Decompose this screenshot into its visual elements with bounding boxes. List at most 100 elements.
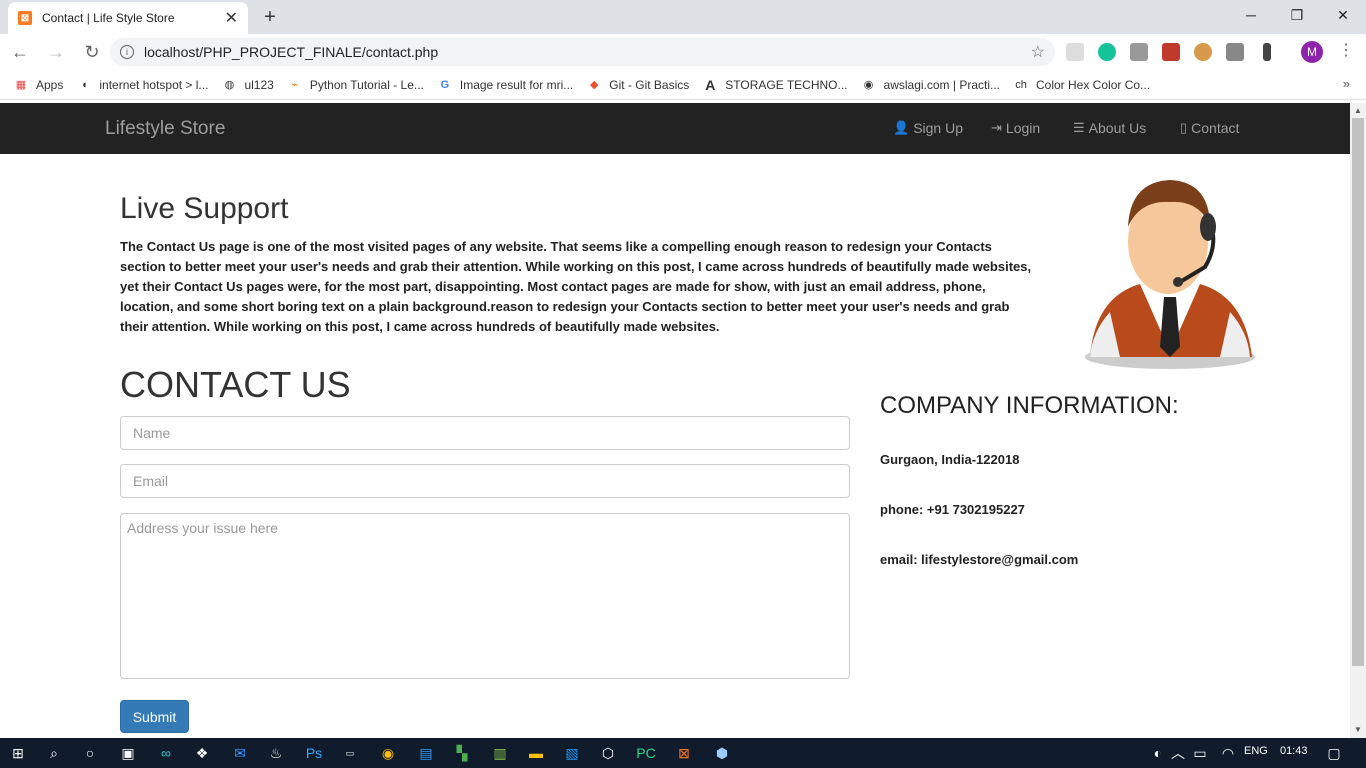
app-window-icon[interactable]: ▤ [416, 743, 436, 763]
profile-avatar[interactable]: M [1301, 41, 1323, 63]
list-icon: ☰ [1073, 120, 1085, 135]
windows-start-icon[interactable]: ⊞ [8, 743, 28, 763]
submit-button[interactable]: Submit [120, 700, 189, 733]
nav-login[interactable]: ⇥ Login [991, 120, 1040, 136]
site-info-icon[interactable]: i [120, 45, 134, 59]
python-icon: ⌁ [291, 79, 299, 91]
company-address: Gurgaon, India-122018 [880, 452, 1020, 467]
xampp-favicon-icon: ⊠ [18, 11, 32, 25]
tiles-icon[interactable]: ▚ [452, 743, 472, 763]
google-icon: G [440, 78, 450, 91]
address-bar[interactable]: i localhost/PHP_PROJECT_FINALE/contact.p… [110, 38, 1055, 66]
arduino-icon[interactable]: ∞ [156, 743, 176, 763]
tab-title: Contact | Life Style Store [42, 11, 175, 25]
xampp-icon[interactable]: ⊠ [674, 743, 694, 763]
search-icon[interactable]: ⌕ [44, 743, 64, 763]
cube-extension-icon[interactable] [1130, 43, 1148, 61]
tray-chevron-icon[interactable]: ︿ [1168, 743, 1188, 763]
back-icon[interactable]: ← [4, 38, 36, 66]
windows-taskbar: ⊞ ⌕ ○ ▣ ∞ ❖ ✉ ♨ Ps ▭ ◉ ▤ ▚ ▥ ▬ ▧ ⬡ PC ⊠ … [0, 738, 1366, 768]
cube-app-icon[interactable]: ⬡ [598, 743, 618, 763]
bookmark-item[interactable]: ch Color Hex Color Co... [1014, 78, 1150, 92]
clock[interactable]: 01:43 [1280, 745, 1308, 757]
reload-icon[interactable]: ↻ [76, 38, 108, 66]
live-support-title: Live Support [120, 192, 289, 225]
dropbox-icon[interactable]: ❖ [192, 743, 212, 763]
brand-link[interactable]: Lifestyle Store [105, 118, 225, 140]
pycharm-icon[interactable]: PC [636, 743, 656, 763]
chrome-icon[interactable]: ◉ [378, 743, 398, 763]
scroll-down-icon[interactable]: ▼ [1354, 725, 1362, 734]
scrollbar-thumb[interactable] [1352, 118, 1364, 666]
cookie-extension-icon[interactable] [1194, 43, 1212, 61]
bookmark-star-icon[interactable]: ☆ [1031, 42, 1045, 62]
user-icon: 👤 [893, 120, 910, 135]
grammarly-icon[interactable] [1098, 43, 1116, 61]
battery-icon[interactable]: ▭ [1190, 743, 1210, 763]
menu-kebab-icon[interactable]: ⋮ [1338, 40, 1354, 60]
close-window-icon[interactable]: ✕ [1320, 0, 1366, 30]
url-text: localhost/PHP_PROJECT_FINALE/contact.php [144, 44, 439, 60]
browser-toolbar: ← → ↻ i localhost/PHP_PROJECT_FINALE/con… [0, 34, 1366, 70]
pdf-extension-icon[interactable] [1162, 43, 1180, 61]
nav-contact[interactable]: ▯ Contact [1180, 120, 1239, 136]
photoshop-icon[interactable]: Ps [304, 743, 324, 763]
nav-signup[interactable]: 👤 Sign Up [893, 120, 963, 136]
company-info-title: COMPANY INFORMATION: [880, 392, 1179, 419]
notification-app-icon[interactable]: ◐ [1148, 743, 1168, 763]
bookmarks-bar: ▦ Apps ◖ internet hotspot > l... ◍ ul123 ⌁ P… [0, 70, 1366, 100]
globe-icon: ◍ [224, 79, 235, 91]
page-content: Live Support The Contact Us page is one … [0, 154, 1350, 738]
bookmark-item[interactable]: ◉ awslagi.com | Practi... [862, 78, 1000, 92]
terminal-icon[interactable]: ▭ [340, 743, 360, 763]
steam-icon[interactable]: ♨ [266, 743, 286, 763]
issue-textarea[interactable]: Address your issue here [120, 513, 850, 679]
bookmark-item[interactable]: G Image result for mri... [438, 78, 574, 92]
extension-icon[interactable] [1066, 43, 1084, 61]
name-input[interactable]: Name [120, 416, 850, 450]
bookmark-apps[interactable]: ▦ Apps [14, 78, 64, 92]
bookmark-item[interactable]: ◍ ul123 [222, 78, 274, 92]
nav-about[interactable]: ☰ About Us [1073, 120, 1146, 136]
git-icon: ◆ [590, 79, 599, 91]
bookmark-item[interactable]: ⌁ Python Tutorial - Le... [288, 78, 424, 92]
cortana-icon[interactable]: ○ [80, 743, 100, 763]
file-explorer-icon[interactable]: ▬ [526, 743, 546, 763]
apps-grid-icon: ▦ [15, 79, 27, 91]
virtualbox-icon[interactable]: ▧ [562, 743, 582, 763]
company-email: email: lifestylestore@gmail.com [880, 552, 1079, 567]
page-scrollbar[interactable]: ▲ ▼ [1350, 103, 1366, 738]
mail-icon[interactable]: ✉ [230, 743, 250, 763]
circle-icon: ◉ [863, 79, 874, 91]
site-navbar: Lifestyle Store 👤 Sign Up ⇥ Login ☰ About U… [0, 103, 1350, 154]
contact-us-title: CONTACT US [120, 364, 351, 405]
package-icon[interactable]: ⬢ [712, 743, 732, 763]
support-agent-image [1085, 180, 1255, 369]
store-icon[interactable]: ▣ [118, 743, 138, 763]
new-tab-button[interactable]: + [258, 5, 282, 29]
hotspot-icon: ◖ [81, 78, 88, 91]
ch-icon: ch [1015, 78, 1027, 91]
browser-chrome: ⊠ Contact | Life Style Store ✕ + ─ ❐ ✕ ←… [0, 0, 1366, 103]
live-support-text: The Contact Us page is one of the most v… [120, 239, 1032, 334]
language-indicator[interactable]: ENG [1244, 745, 1268, 757]
minimize-icon[interactable]: ─ [1228, 0, 1274, 30]
login-icon: ⇥ [991, 120, 1002, 135]
tab-strip: ⊠ Contact | Life Style Store ✕ + ─ ❐ ✕ [0, 0, 1366, 34]
notepad-icon[interactable]: ▥ [490, 743, 510, 763]
wifi-icon[interactable]: ◠ [1218, 743, 1238, 763]
company-phone: phone: +91 7302195227 [880, 502, 1025, 517]
scroll-up-icon[interactable]: ▲ [1354, 106, 1362, 115]
email-input[interactable]: Email [120, 464, 850, 498]
forward-icon[interactable]: → [40, 38, 72, 66]
bookmark-item[interactable]: ◖ internet hotspot > l... [77, 78, 208, 92]
tab-close-icon[interactable]: ✕ [225, 8, 238, 28]
key-extension-icon[interactable] [1263, 43, 1271, 61]
person-extension-icon[interactable] [1226, 43, 1244, 61]
bookmark-item[interactable]: ◆ Git - Git Basics [587, 78, 689, 92]
bookmarks-overflow-icon[interactable]: » [1343, 76, 1350, 91]
action-center-icon[interactable]: ▢ [1324, 743, 1344, 763]
bookmark-item[interactable]: A STORAGE TECHNO... [703, 77, 847, 93]
browser-tab[interactable]: ⊠ Contact | Life Style Store ✕ [8, 2, 248, 34]
restore-icon[interactable]: ❐ [1274, 0, 1320, 30]
